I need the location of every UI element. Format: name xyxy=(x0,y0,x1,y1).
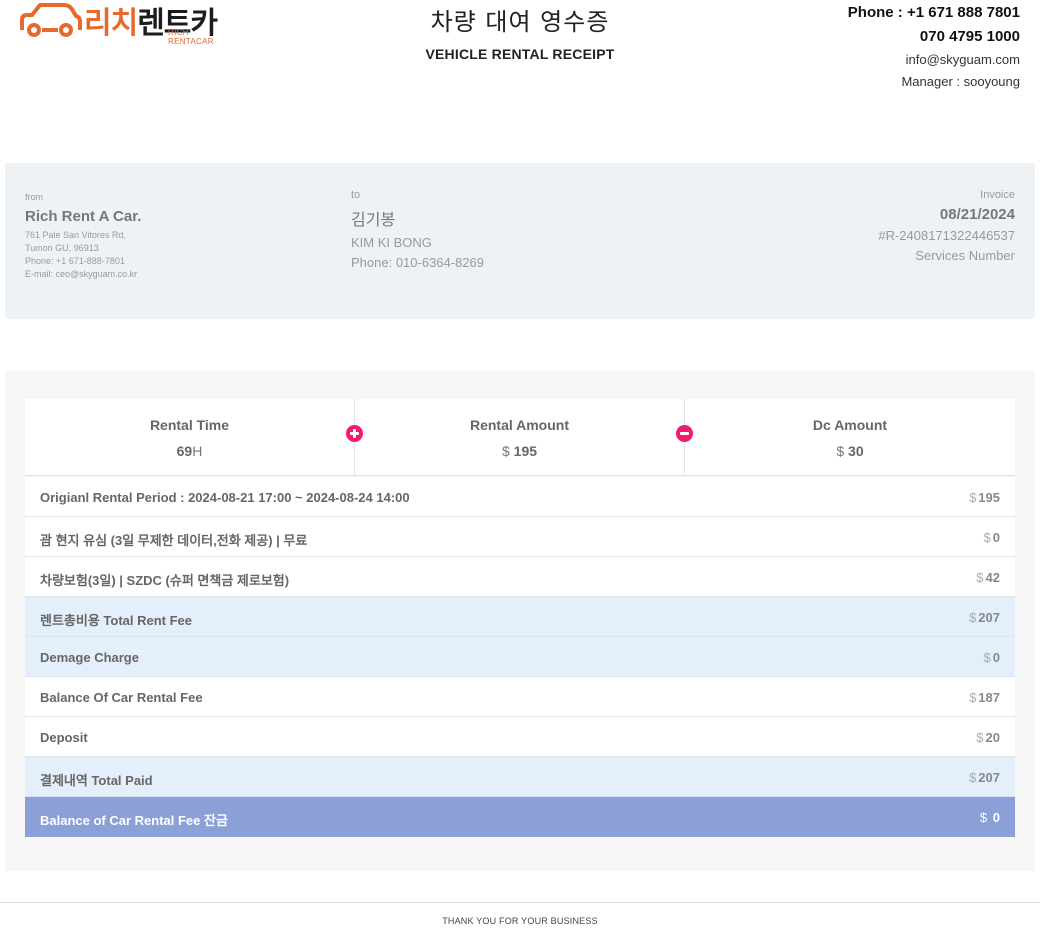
row-currency: $ xyxy=(976,730,984,745)
footer-thank-you: THANK YOU FOR YOUR BUSINESS xyxy=(442,916,598,926)
dc-amount-value: $ 30 xyxy=(685,443,1015,459)
row-currency: $ xyxy=(976,570,984,585)
from-phone: Phone: +1 671-888-7801 xyxy=(25,256,125,266)
row-currency: $ xyxy=(969,770,977,785)
row-label: 괌 현지 유심 (3일 무제한 데이터,전화 제공) | 무료 xyxy=(40,533,308,548)
contact-phone-primary: Phone : +1 671 888 7801 xyxy=(847,4,1020,21)
rental-time-unit: H xyxy=(192,443,203,459)
row-currency: $ xyxy=(979,810,988,825)
row-amount-value: 42 xyxy=(985,570,1000,585)
row-currency: $ xyxy=(983,530,991,545)
table-row: Deposit $20 xyxy=(25,717,1015,757)
dc-amount-label: Dc Amount xyxy=(812,417,888,433)
row-amount: $ 0 xyxy=(980,810,1000,825)
from-company-name: Rich Rent A Car. xyxy=(25,208,142,225)
services-number-label: Services Number xyxy=(915,248,1015,263)
from-block: from Rich Rent A Car. 761 Pale San Vitor… xyxy=(25,192,141,281)
row-label: Demage Charge xyxy=(40,650,139,665)
row-label: 차량보험(3일) | SZDC (슈퍼 면책금 제로보험) xyxy=(40,573,290,588)
table-row: 괌 현지 유심 (3일 무제한 데이터,전화 제공) | 무료 $0 xyxy=(25,517,1015,557)
row-amount: $195 xyxy=(969,490,1000,505)
row-currency: $ xyxy=(969,490,977,505)
row-amount: $0 xyxy=(984,650,1000,665)
row-amount-value: 195 xyxy=(978,490,1000,505)
row-amount: $42 xyxy=(976,570,1000,585)
row-amount: $207 xyxy=(969,770,1000,785)
row-amount: $20 xyxy=(976,730,1000,745)
row-amount-value: 0 xyxy=(992,530,1000,545)
fee-line-items: Origianl Rental Period : 2024-08-21 17:0… xyxy=(25,477,1015,837)
table-row-total-rent-fee: 렌트총비용 Total Rent Fee $207 xyxy=(25,597,1015,637)
row-currency: $ xyxy=(969,690,977,705)
summary-rental-time: Rental Time 69H xyxy=(25,399,354,476)
rental-amount-label: Rental Amount xyxy=(469,417,570,433)
invoice-number: #R-2408171322446537 xyxy=(878,228,1015,243)
to-phone: Phone: 010-6364-8269 xyxy=(351,255,485,270)
row-currency: $ xyxy=(969,610,977,625)
invoice-label: Invoice xyxy=(980,189,1015,201)
row-label: Balance Of Car Rental Fee xyxy=(40,690,203,705)
dc-amount-number: 30 xyxy=(848,443,864,459)
rental-amount-value: $ 195 xyxy=(355,443,684,459)
party-info-band: from Rich Rent A Car. 761 Pale San Vitor… xyxy=(5,163,1035,319)
rental-amount-number: 195 xyxy=(513,443,538,459)
dc-amount-currency: $ xyxy=(836,443,845,459)
to-name-english: KIM KI BONG xyxy=(351,235,432,250)
summary-card: Rental Time 69H Rental Amount $ 195 Dc A… xyxy=(25,399,1015,476)
rental-time-number: 69 xyxy=(176,443,193,459)
summary-dc-amount: Dc Amount $ 30 xyxy=(685,399,1015,476)
row-currency: $ xyxy=(983,650,991,665)
to-block: to 김기봉 KIM KI BONG Phone: 010-6364-8269 xyxy=(351,189,484,270)
from-email: E-mail: ceo@skyguam.co.kr xyxy=(25,269,138,279)
table-row: 차량보험(3일) | SZDC (슈퍼 면책금 제로보험) $42 xyxy=(25,557,1015,597)
row-label: Balance of Car Rental Fee 잔금 xyxy=(40,813,228,828)
receipt-detail-panel: Rental Time 69H Rental Amount $ 195 Dc A… xyxy=(5,370,1035,871)
from-address-line1: 761 Pale San Vitores Rd, xyxy=(25,230,126,240)
row-amount-value: 0 xyxy=(992,810,1000,825)
from-address-line2: Tumon GU, 96913 xyxy=(25,243,99,253)
table-row-total-paid: 결제내역 Total Paid $207 xyxy=(25,757,1015,797)
to-name-korean: 김기봉 xyxy=(351,210,396,229)
row-amount: $0 xyxy=(984,530,1000,545)
row-amount-value: 20 xyxy=(985,730,1000,745)
footer-divider xyxy=(0,902,1040,903)
invoice-block: Invoice 08/21/2024 #R-2408171322446537 S… xyxy=(878,189,1015,263)
invoice-date: 08/21/2024 xyxy=(939,206,1015,223)
row-label: Origianl Rental Period : 2024-08-21 17:0… xyxy=(40,490,410,505)
contact-email: info@skyguam.com xyxy=(905,52,1020,67)
contact-block: Phone : +1 671 888 7801 070 4795 1000 in… xyxy=(848,4,1020,90)
row-amount-value: 187 xyxy=(978,690,1000,705)
to-label: to xyxy=(351,189,361,201)
row-label: 렌트총비용 Total Rent Fee xyxy=(40,613,193,628)
row-amount-value: 207 xyxy=(978,610,1000,625)
table-row: Balance Of Car Rental Fee $187 xyxy=(25,677,1015,717)
rental-time-label: Rental Time xyxy=(149,417,230,433)
summary-rental-amount: Rental Amount $ 195 xyxy=(355,399,684,476)
table-row-damage-charge: Demage Charge $0 xyxy=(25,637,1015,677)
from-label: from xyxy=(25,192,43,202)
table-row-balance-total: Balance of Car Rental Fee 잔금 $ 0 xyxy=(25,797,1015,837)
rental-amount-currency: $ xyxy=(501,443,510,459)
row-amount-value: 207 xyxy=(978,770,1000,785)
row-label: 결제내역 Total Paid xyxy=(40,773,153,788)
rental-time-value: 69H xyxy=(25,443,354,459)
row-amount: $187 xyxy=(969,690,1000,705)
table-row: Origianl Rental Period : 2024-08-21 17:0… xyxy=(25,477,1015,517)
row-amount: $207 xyxy=(969,610,1000,625)
contact-manager: Manager : sooyoung xyxy=(901,74,1020,89)
row-label: Deposit xyxy=(40,730,88,745)
row-amount-value: 0 xyxy=(992,650,1000,665)
contact-phone-secondary: 070 4795 1000 xyxy=(919,28,1020,45)
